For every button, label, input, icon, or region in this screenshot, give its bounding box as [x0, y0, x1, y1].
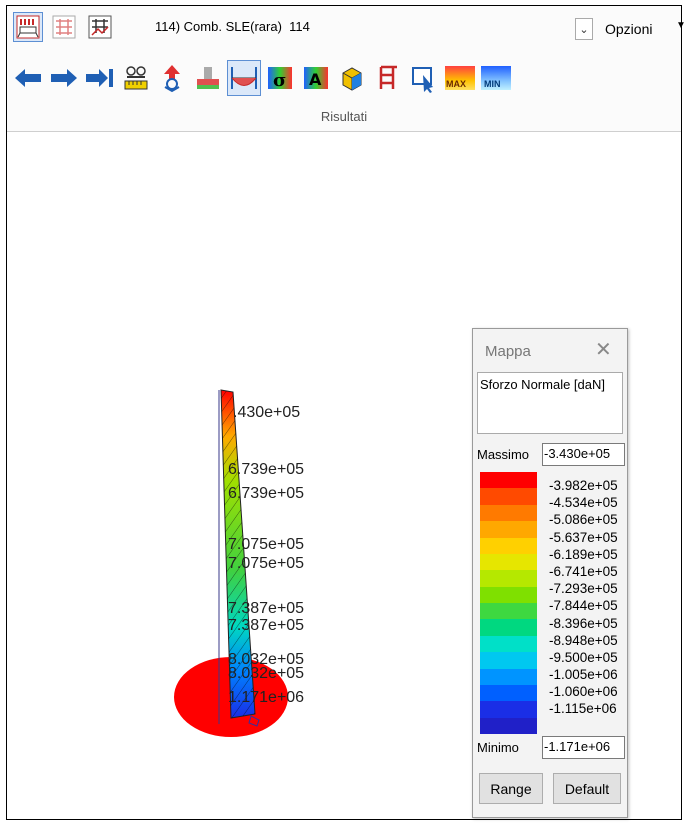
color-swatch: [480, 701, 537, 718]
color-swatch: [480, 553, 537, 571]
color-scale-tick: -5.637e+05: [549, 529, 618, 545]
reactions-button[interactable]: [155, 60, 189, 96]
reaction-anchor-icon: [164, 65, 180, 93]
max-button[interactable]: MAX: [443, 60, 477, 96]
max-label: MAX: [446, 79, 466, 89]
load-combination-select[interactable]: 114) Comb. SLE(rara) 114: [155, 19, 310, 34]
svg-text:A: A: [309, 70, 322, 89]
ribbon-group-label: Risultati: [320, 109, 368, 124]
soil-pressure-icon: [197, 67, 219, 89]
color-scale-tick: -7.844e+05: [549, 598, 618, 614]
sigma-stress-icon: σ: [268, 67, 292, 91]
diagram-label-6: 7.387e+05: [228, 600, 305, 617]
stress-button[interactable]: σ: [263, 60, 297, 96]
panel-title: Mappa: [485, 343, 531, 360]
options-menu[interactable]: Opzioni: [605, 21, 652, 37]
quantity-box: Sforzo Normale [daN]: [477, 372, 623, 434]
beam-diagram-icon: [231, 67, 257, 89]
diagram-label-9: 8.032e+05: [228, 665, 305, 682]
displacements-button[interactable]: [119, 60, 153, 96]
solid-view-button[interactable]: [335, 60, 369, 96]
diagram-label-2: 6.739e+05: [228, 461, 305, 478]
diagram-label-4: 7.075e+05: [228, 536, 305, 553]
frame-view-button[interactable]: [371, 60, 405, 96]
color-scale-tick: -8.396e+05: [549, 615, 618, 631]
next-button[interactable]: [47, 60, 81, 96]
frame-icon: [379, 65, 397, 89]
analysis-view-button[interactable]: [49, 12, 79, 42]
last-button[interactable]: [83, 60, 117, 96]
options-arrow-icon[interactable]: ▼: [676, 20, 686, 31]
combination-dropdown-button[interactable]: ⌄: [575, 18, 593, 40]
color-scale-tick: -4.534e+05: [549, 495, 618, 511]
displacement-scale-icon: [124, 66, 148, 90]
color-scale-tick: -7.293e+05: [549, 581, 618, 597]
area-stress-button[interactable]: A: [299, 60, 333, 96]
color-scale-bar: [480, 472, 537, 734]
select-cursor-icon: [412, 67, 433, 93]
color-scale-tick: -1.060e+06: [549, 684, 618, 700]
quantity-label: Sforzo Normale [daN]: [480, 377, 605, 392]
arrow-right-icon: [51, 69, 77, 87]
min-value-label: Minimo: [477, 740, 519, 755]
results-structure-icon: [88, 15, 112, 39]
arrow-left-icon: [15, 69, 41, 87]
ribbon-toolbar: 114) Comb. SLE(rara) 114 ⌄ Opzioni ▼ σ A…: [7, 6, 686, 132]
results-view-button[interactable]: [85, 12, 115, 42]
color-swatch: [480, 472, 537, 489]
color-swatch: [480, 619, 537, 636]
diagram-label-10: 1.171e+06: [228, 689, 305, 706]
max-value-label: Massimo: [477, 447, 530, 462]
color-scale-tick: -8.948e+05: [549, 632, 618, 648]
arrow-last-icon: [86, 69, 113, 87]
gradient-a-icon: A: [304, 67, 328, 89]
color-scale-tick: -6.189e+05: [549, 546, 618, 562]
query-button[interactable]: [407, 60, 441, 96]
color-swatch: [480, 504, 537, 522]
color-scale-tick: -9.500e+05: [549, 649, 618, 665]
color-scale-ticks: -3.982e+05 -4.534e+05 -5.086e+05 -5.637e+05…: [549, 479, 618, 720]
chevron-down-icon: ⌄: [579, 23, 589, 36]
pressure-button[interactable]: [191, 60, 225, 96]
range-button[interactable]: Range: [479, 773, 543, 804]
color-scale-tick: -5.086e+05: [549, 512, 618, 528]
previous-button[interactable]: [11, 60, 45, 96]
color-swatch: [480, 586, 537, 603]
color-swatch: [480, 603, 537, 620]
min-label: MIN: [484, 79, 501, 89]
color-swatch: [480, 668, 537, 685]
diagram-label-3: 6.739e+05: [228, 485, 305, 502]
svg-text:σ: σ: [273, 70, 286, 91]
color-swatch: [480, 652, 537, 669]
cube-icon: [342, 67, 362, 91]
color-swatch: [480, 635, 537, 653]
color-swatch: [480, 488, 537, 505]
diagram-label-1: .430e+05: [233, 404, 301, 421]
min-value-field[interactable]: -1.171e+06: [542, 736, 625, 759]
color-scale-tick: -1.115e+06: [549, 701, 617, 717]
color-scale-tick: -6.741e+05: [549, 563, 618, 579]
diagram-label-7: 7.387e+05: [228, 617, 305, 634]
color-swatch: [480, 570, 537, 587]
color-scale-tick: -1.005e+06: [549, 667, 618, 683]
structure-icon: [52, 15, 76, 39]
color-swatch: [480, 717, 537, 734]
close-icon[interactable]: ✕: [595, 337, 612, 362]
color-swatch: [480, 684, 537, 702]
diagram-button[interactable]: [227, 60, 261, 96]
diagram-label-5: 7.075e+05: [228, 555, 305, 572]
loads-icon: [16, 15, 40, 39]
color-scale-tick: -3.982e+05: [549, 478, 618, 493]
color-swatch: [480, 537, 537, 554]
max-value-field[interactable]: -3.430e+05: [542, 443, 625, 466]
color-map-panel[interactable]: Mappa ✕ Sforzo Normale [daN] Massimo -3.…: [472, 328, 628, 818]
color-swatch: [480, 521, 537, 538]
model-view-button[interactable]: [13, 12, 43, 42]
min-button[interactable]: MIN: [479, 60, 513, 96]
default-button[interactable]: Default: [553, 773, 621, 804]
